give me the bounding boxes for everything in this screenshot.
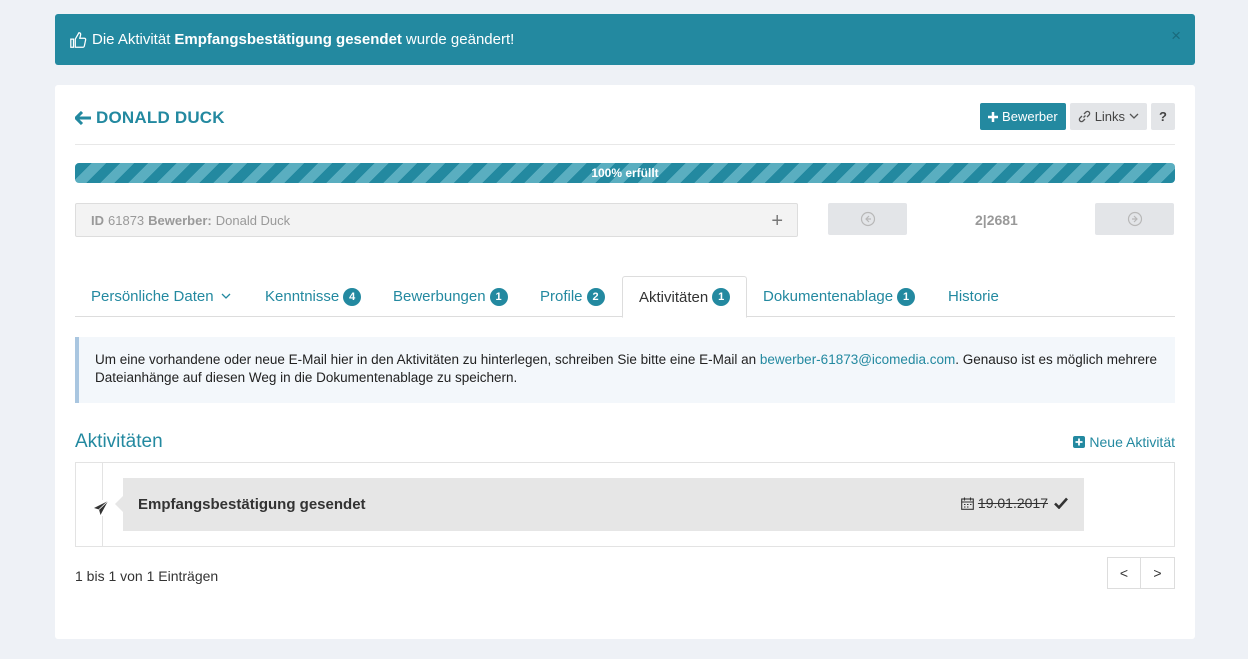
id-label: ID — [91, 212, 104, 228]
activity-timeline: Empfangsbestätigung gesendet 19.01.2017 — [75, 462, 1175, 547]
tab-profile[interactable]: Profile 2 — [524, 276, 621, 317]
close-icon[interactable]: × — [1171, 26, 1181, 46]
circle-arrow-left-icon — [860, 211, 875, 227]
tab-badge: 1 — [897, 287, 916, 306]
tab-badge: 1 — [489, 287, 508, 306]
tab-badge: 1 — [712, 288, 731, 306]
pagination: < > — [1107, 557, 1175, 589]
arrow-left-icon — [75, 111, 91, 125]
bewerber-value: Donald Duck — [215, 212, 291, 228]
record-counter: 2|2681 — [975, 212, 1018, 228]
tab-bewerbungen[interactable]: Bewerbungen 1 — [377, 276, 524, 317]
new-activity-button[interactable]: Neue Aktivität — [1073, 434, 1175, 450]
header-buttons: Bewerber Links ? — [980, 103, 1175, 130]
record-selector[interactable]: ID 61873 Bewerber: Donald Duck + — [75, 203, 798, 237]
next-record-button[interactable] — [1095, 203, 1174, 235]
previous-record-button[interactable] — [828, 203, 907, 235]
checkmark-icon[interactable] — [1054, 497, 1068, 509]
plus-icon — [988, 111, 999, 122]
help-button[interactable]: ? — [1151, 103, 1175, 130]
plus-icon[interactable]: + — [771, 210, 783, 233]
circle-arrow-right-icon — [1127, 211, 1142, 227]
main-panel: DONALD DUCK Bewerber Links ? 100% erfüll… — [55, 85, 1195, 639]
tab-badge: 4 — [343, 287, 362, 306]
alert-suffix: wurde geändert! — [405, 31, 515, 48]
activity-date: 19.01.2017 — [961, 495, 1068, 511]
plus-square-icon — [1073, 436, 1086, 448]
paper-plane-icon — [93, 500, 109, 516]
success-alert: Die Aktivität Empfangsbestätigung gesend… — [55, 14, 1195, 65]
tab-kenntnisse[interactable]: Kenntnisse 4 — [249, 276, 377, 317]
back-link[interactable]: DONALD DUCK — [75, 108, 225, 128]
alert-activity: Empfangsbestätigung gesendet — [174, 31, 402, 48]
entries-count: 1 bis 1 von 1 Einträgen — [75, 568, 219, 584]
thumbs-up-icon — [70, 31, 87, 48]
tab-aktivitaeten[interactable]: Aktivitäten 1 — [622, 276, 748, 318]
activities-heading: Aktivitäten — [75, 431, 163, 452]
email-link[interactable]: bewerber-61873@icomedia.com — [760, 352, 955, 367]
candidate-name: DONALD DUCK — [96, 108, 225, 127]
tab-dokumentenablage[interactable]: Dokumentenablage 1 — [747, 276, 931, 317]
panel-header: DONALD DUCK Bewerber Links ? — [75, 103, 1175, 145]
link-icon — [1078, 110, 1090, 123]
activity-date-value: 19.01.2017 — [977, 495, 1048, 511]
tab-badge: 2 — [586, 287, 605, 306]
tab-historie[interactable]: Historie — [932, 276, 1015, 317]
tab-persoenliche-daten[interactable]: Persönliche Daten — [75, 276, 247, 317]
email-info-callout: Um eine vorhandene oder neue E-Mail hier… — [75, 337, 1175, 403]
alert-prefix: Die Aktivität — [92, 31, 171, 48]
chevron-down-icon — [1129, 113, 1139, 119]
calendar-icon — [961, 497, 974, 510]
progress-label: 100% erfüllt — [591, 166, 659, 180]
bewerber-label: Bewerber: — [148, 212, 212, 228]
add-bewerber-button[interactable]: Bewerber — [980, 103, 1066, 130]
pagination-next-button[interactable]: > — [1141, 557, 1175, 589]
id-value: 61873 — [108, 212, 145, 228]
activity-title: Empfangsbestätigung gesendet — [138, 496, 366, 513]
links-dropdown-button[interactable]: Links — [1069, 103, 1148, 130]
activity-entry[interactable]: Empfangsbestätigung gesendet 19.01.2017 — [115, 478, 1084, 531]
tab-bar: Persönliche Daten Kenntnisse 4 Bewerbung… — [75, 276, 1175, 318]
pagination-prev-button[interactable]: < — [1107, 557, 1141, 589]
chevron-down-icon — [221, 293, 231, 299]
completion-progress-bar: 100% erfüllt — [75, 163, 1175, 183]
